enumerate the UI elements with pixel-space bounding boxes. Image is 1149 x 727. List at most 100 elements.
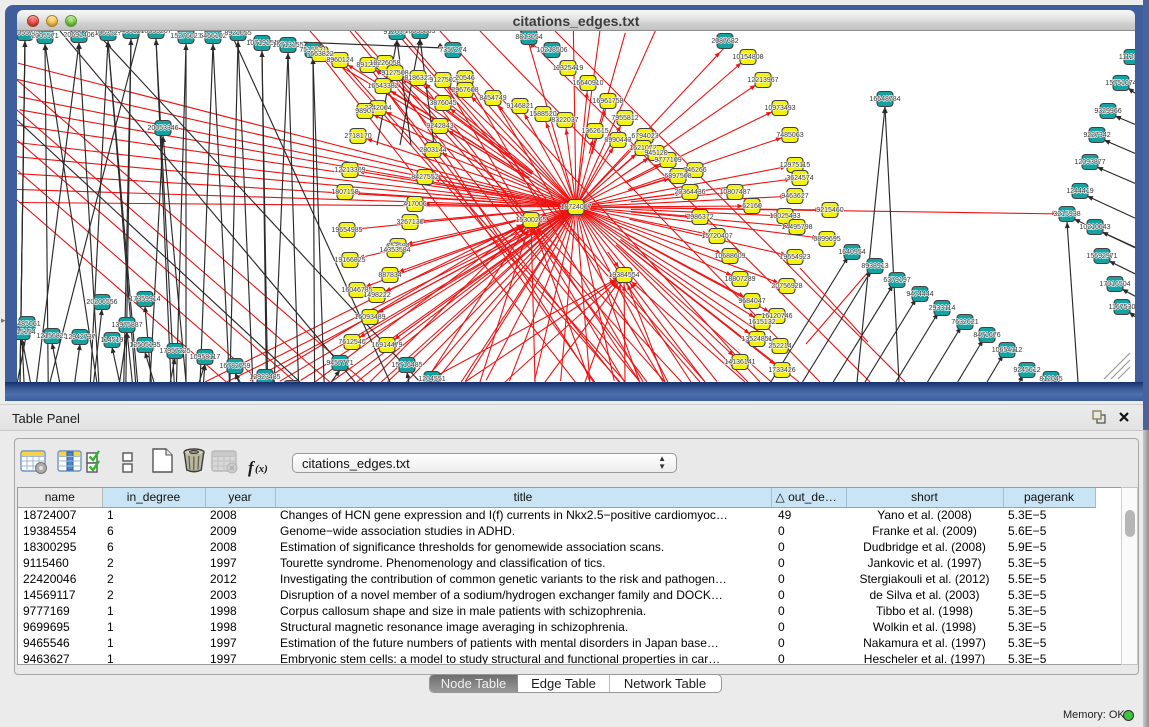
svg-text:7612540: 7612540 xyxy=(338,339,365,346)
svg-text:9457771: 9457771 xyxy=(326,360,353,367)
svg-text:417006: 417006 xyxy=(403,201,426,208)
svg-text:8322037: 8322037 xyxy=(551,117,578,124)
svg-text:8471676: 8471676 xyxy=(973,332,1000,339)
svg-text:7357274: 7357274 xyxy=(439,47,466,54)
svg-text:15751074: 15751074 xyxy=(1105,80,1135,87)
svg-text:19654923: 19654923 xyxy=(779,254,810,261)
svg-text:16033809: 16033809 xyxy=(404,31,435,35)
svg-text:1112045: 1112045 xyxy=(1119,54,1135,61)
svg-text:9474444: 9474444 xyxy=(906,291,933,298)
svg-text:17359914: 17359914 xyxy=(129,296,160,303)
svg-text:16093489: 16093489 xyxy=(354,314,385,321)
svg-text:2718170: 2718170 xyxy=(344,133,371,140)
svg-text:3267130: 3267130 xyxy=(396,219,423,226)
svg-text:6466102: 6466102 xyxy=(199,33,226,40)
svg-text:12942737: 12942737 xyxy=(64,334,95,341)
svg-text:15692971: 15692971 xyxy=(1086,253,1117,260)
svg-text:15720407: 15720407 xyxy=(701,233,732,240)
svg-text:8427552: 8427552 xyxy=(411,174,438,181)
svg-text:12505135: 12505135 xyxy=(129,342,160,349)
svg-text:1244419: 1244419 xyxy=(1066,188,1093,195)
svg-text:16640910: 16640910 xyxy=(572,80,603,87)
svg-text:2967608: 2967608 xyxy=(451,87,478,94)
svg-text:13524851: 13524851 xyxy=(741,336,772,343)
svg-text:12156829: 12156829 xyxy=(36,333,67,340)
svg-text:15300265: 15300265 xyxy=(515,217,546,224)
svg-text:1204551: 1204551 xyxy=(418,376,445,382)
svg-text:10154808: 10154808 xyxy=(732,54,763,61)
svg-text:16914479: 16914479 xyxy=(371,342,402,349)
svg-text:6897508: 6897508 xyxy=(664,173,691,180)
svg-text:3215938: 3215938 xyxy=(1053,211,1080,218)
svg-text:3624574: 3624574 xyxy=(786,175,813,182)
svg-text:9227342: 9227342 xyxy=(1083,132,1110,139)
svg-text:10210643: 10210643 xyxy=(1079,224,1110,231)
svg-text:10807487: 10807487 xyxy=(719,189,750,196)
svg-text:8485061: 8485061 xyxy=(17,321,41,328)
svg-text:20206556: 20206556 xyxy=(86,299,117,306)
svg-text:1615132: 1615132 xyxy=(748,319,775,326)
svg-text:14353584: 14353584 xyxy=(379,247,410,254)
svg-text:2803144: 2803144 xyxy=(419,147,446,154)
svg-text:3876045: 3876045 xyxy=(429,100,456,107)
svg-text:812045: 812045 xyxy=(1039,376,1062,382)
svg-text:10025433: 10025433 xyxy=(769,213,800,220)
svg-text:6379197: 6379197 xyxy=(883,277,910,284)
svg-text:19654985: 19654985 xyxy=(331,227,362,234)
svg-text:14495798: 14495798 xyxy=(781,224,812,231)
svg-text:62160: 62160 xyxy=(742,203,762,210)
svg-text:18226058: 18226058 xyxy=(369,60,400,67)
svg-text:2933114: 2933114 xyxy=(929,305,956,312)
svg-text:9215460: 9215460 xyxy=(816,207,843,214)
svg-text:1640954: 1640954 xyxy=(838,249,865,256)
svg-text:887834: 887834 xyxy=(378,272,401,279)
svg-text:20691406: 20691406 xyxy=(63,32,94,39)
svg-text:17016504: 17016504 xyxy=(1099,281,1130,288)
svg-text:10653267: 10653267 xyxy=(140,31,171,35)
svg-text:20546: 20546 xyxy=(455,75,475,82)
svg-text:9777109: 9777109 xyxy=(654,157,681,164)
svg-text:0899695: 0899695 xyxy=(813,236,840,243)
svg-text:98901: 98901 xyxy=(355,108,375,115)
svg-text:1362615: 1362615 xyxy=(581,128,608,135)
svg-text:8960124: 8960124 xyxy=(326,57,353,64)
svg-text:1167530: 1167530 xyxy=(1109,304,1135,311)
svg-text:18724007: 18724007 xyxy=(560,204,591,211)
svg-text:7632621: 7632621 xyxy=(951,319,978,326)
svg-text:9127502: 9127502 xyxy=(429,77,456,84)
svg-text:2005571: 2005571 xyxy=(31,33,58,40)
svg-text:10218506: 10218506 xyxy=(536,47,567,54)
svg-text:10973493: 10973493 xyxy=(764,105,795,112)
svg-text:20756928: 20756928 xyxy=(771,283,802,290)
svg-text:15716485: 15716485 xyxy=(391,362,422,369)
svg-text:12975115: 12975115 xyxy=(780,162,811,169)
svg-text:13975887: 13975887 xyxy=(111,322,142,329)
svg-text:8454749: 8454749 xyxy=(479,95,506,102)
svg-text:2986372: 2986372 xyxy=(686,214,713,221)
svg-text:18807289: 18807289 xyxy=(724,276,755,283)
svg-text:8813054: 8813054 xyxy=(515,34,542,41)
svg-text:1498222: 1498222 xyxy=(363,292,390,299)
svg-text:10958117: 10958117 xyxy=(190,354,221,361)
svg-text:16961758: 16961758 xyxy=(592,98,623,105)
svg-text:16543382: 16543382 xyxy=(367,83,398,90)
svg-text:9146821: 9146821 xyxy=(506,103,533,110)
svg-text:16782759: 16782759 xyxy=(219,363,250,370)
svg-text:19384554: 19384554 xyxy=(608,272,639,279)
svg-text:12213309: 12213309 xyxy=(334,167,365,174)
svg-text:12093877: 12093877 xyxy=(1074,159,1105,166)
svg-text:19166825: 19166825 xyxy=(334,257,365,264)
svg-text:9242843: 9242843 xyxy=(426,123,453,130)
svg-text:7955812: 7955812 xyxy=(611,115,638,122)
svg-text:20364436: 20364436 xyxy=(674,189,705,196)
svg-text:9463627: 9463627 xyxy=(781,193,808,200)
svg-text:10688609: 10688609 xyxy=(714,253,745,260)
svg-text:6794023: 6794023 xyxy=(631,133,658,140)
svg-text:8186323: 8186323 xyxy=(404,75,431,82)
svg-text:(x): (x) xyxy=(255,463,268,475)
svg-text:8921055: 8921055 xyxy=(224,31,251,37)
svg-text:7485063: 7485063 xyxy=(776,132,803,139)
svg-text:3915154: 3915154 xyxy=(17,329,36,336)
svg-text:945120: 945120 xyxy=(644,150,667,157)
svg-text:16648784: 16648784 xyxy=(869,96,900,103)
